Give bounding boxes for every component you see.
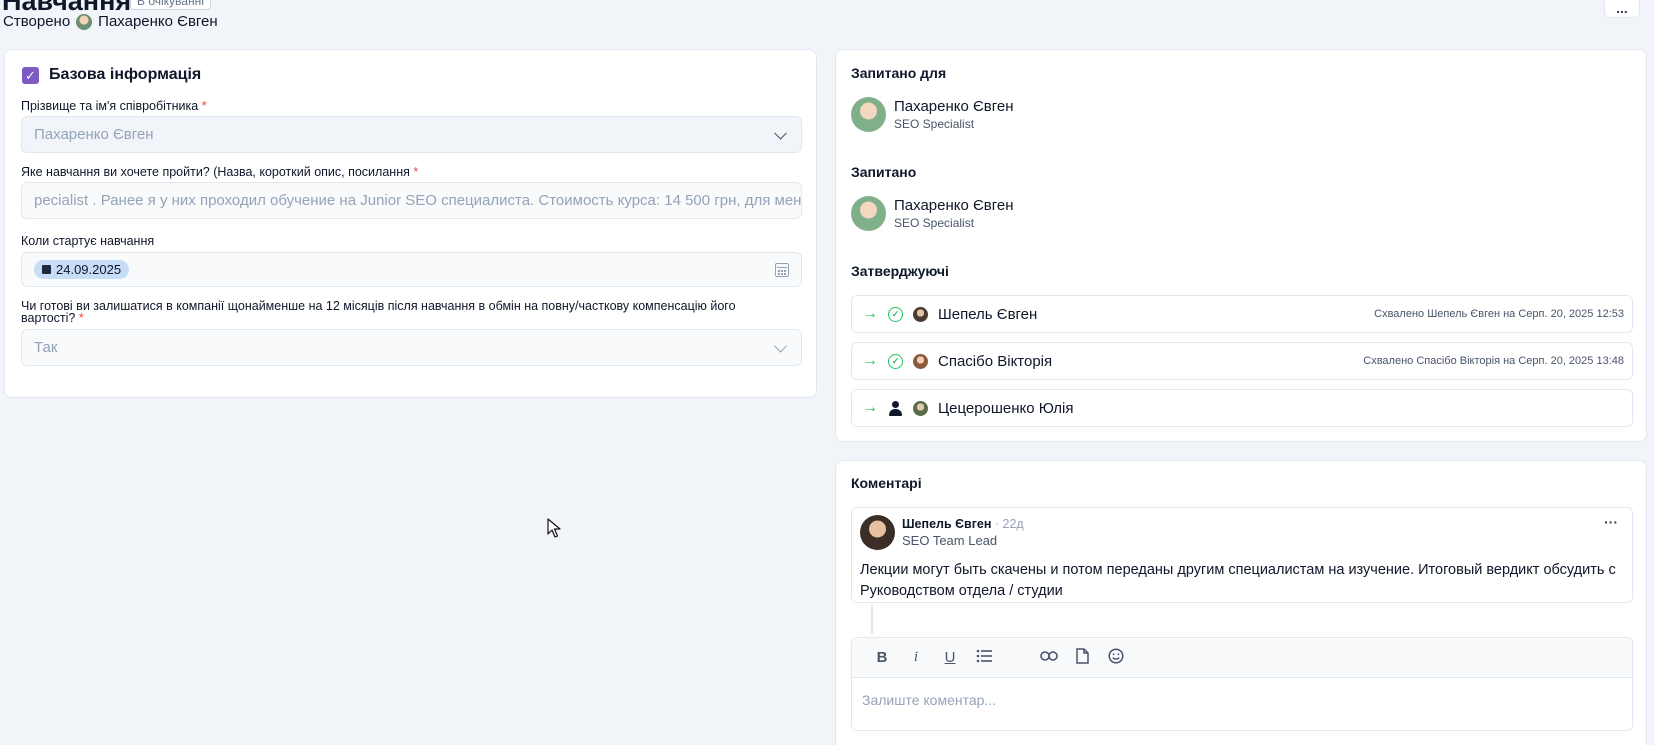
comment-editor: B i U Залиште коментар... xyxy=(851,637,1633,731)
stay-select[interactable]: Так xyxy=(21,329,802,366)
start-date-picker[interactable]: 24.09.2025 xyxy=(21,252,802,287)
approver-name: Шепель Євген xyxy=(938,305,1038,323)
requested-for-person[interactable]: Пахаренко Євген SEO Specialist xyxy=(851,97,1014,132)
comment-item: Шепель Євген · 22д SEO Team Lead ··· Лек… xyxy=(851,507,1633,603)
basic-info-title: Базова інформація xyxy=(49,66,202,83)
calendar-icon[interactable] xyxy=(775,262,789,277)
created-by-row: Створено Пахаренко Євген xyxy=(3,13,218,30)
avatar xyxy=(76,13,93,30)
person-role: SEO Specialist xyxy=(894,216,975,230)
italic-button[interactable]: i xyxy=(908,649,924,666)
employee-value: Пахаренко Євген xyxy=(34,126,154,143)
approver-name: Спасібо Вікторія xyxy=(938,352,1053,370)
avatar xyxy=(913,306,928,322)
request-info-card: Запитано для Пахаренко Євген SEO Special… xyxy=(835,49,1647,442)
requested-for-title: Запитано для xyxy=(851,65,947,81)
comment-more-button[interactable]: ··· xyxy=(1604,514,1618,530)
chevron-down-icon xyxy=(774,126,787,140)
basic-info-card: ✓ Базова інформація Прізвище та ім'я спі… xyxy=(4,49,817,398)
requested-by-person[interactable]: Пахаренко Євген SEO Specialist xyxy=(851,196,1014,231)
avatar xyxy=(851,97,886,132)
date-chip[interactable]: 24.09.2025 xyxy=(34,260,130,279)
approver-name: Цецерошенко Юлія xyxy=(938,399,1074,417)
file-icon[interactable] xyxy=(1074,647,1090,668)
editor-toolbar: B i U xyxy=(852,638,1632,678)
person-name: Пахаренко Євген xyxy=(894,98,1014,115)
emoji-icon[interactable] xyxy=(1108,647,1124,668)
underline-button[interactable]: U xyxy=(942,649,958,666)
approvers-title: Затверджуючі xyxy=(851,263,949,279)
avatar xyxy=(860,515,895,550)
calendar-small-icon xyxy=(42,265,51,274)
chevron-down-icon xyxy=(774,339,787,353)
start-date-label: Коли стартує навчання xyxy=(21,234,155,248)
created-label: Створено xyxy=(3,13,71,30)
created-by-name[interactable]: Пахаренко Євген xyxy=(98,13,218,30)
comment-input[interactable]: Залиште коментар... xyxy=(852,678,1632,722)
training-label: Яке навчання ви хочете пройти? (Назва, к… xyxy=(21,165,419,179)
status-badge: В очікуванні xyxy=(130,0,211,10)
list-icon[interactable] xyxy=(976,649,992,667)
approval-note: Схвалено Шепель Євген на Серп. 20, 2025 … xyxy=(1374,308,1624,320)
comment-text: Лекции могут быть скачены и потом переда… xyxy=(860,562,1616,599)
requested-by-title: Запитано xyxy=(851,164,917,180)
comments-title: Коментарі xyxy=(851,475,922,491)
employee-select[interactable]: Пахаренко Євген xyxy=(21,116,802,153)
training-value: pecialist . Ранее я у них проходил обуче… xyxy=(34,192,802,209)
training-input[interactable]: pecialist . Ранее я у них проходил обуче… xyxy=(21,182,802,219)
arrow-right-icon: → xyxy=(862,305,878,322)
avatar xyxy=(913,400,928,416)
stay-value: Так xyxy=(34,339,58,356)
approver-row[interactable]: → ✓ Спасібо Вікторія Схвалено Спасібо Ві… xyxy=(851,342,1633,380)
comment-time: · 22д xyxy=(994,517,1024,531)
mouse-cursor-icon xyxy=(547,518,561,538)
comment-author: Шепель Євген · 22д xyxy=(902,517,1024,531)
thread-line xyxy=(871,604,873,634)
approver-row[interactable]: → ✓ Шепель Євген Схвалено Шепель Євген н… xyxy=(851,295,1633,333)
comments-card: Коментарі Шепель Євген · 22д SEO Team Le… xyxy=(835,460,1647,745)
more-actions-button[interactable]: ... xyxy=(1604,0,1640,18)
employee-label: Прізвище та ім'я співробітника * xyxy=(21,99,207,113)
approver-row[interactable]: → Цецерошенко Юлія xyxy=(851,389,1633,427)
link-icon[interactable] xyxy=(1040,649,1058,666)
check-icon: ✓ xyxy=(22,66,39,84)
avatar xyxy=(913,353,928,369)
approval-note: Схвалено Спасібо Вікторія на Серп. 20, 2… xyxy=(1363,355,1624,367)
start-date-value: 24.09.2025 xyxy=(56,262,122,277)
bold-button[interactable]: B xyxy=(874,649,890,666)
avatar xyxy=(851,196,886,231)
arrow-right-icon: → xyxy=(862,399,878,416)
check-circle-icon: ✓ xyxy=(888,353,903,369)
arrow-right-icon: → xyxy=(862,352,878,369)
check-circle-icon: ✓ xyxy=(888,306,903,322)
person-role: SEO Specialist xyxy=(894,117,975,131)
basic-info-header: ✓ Базова інформація xyxy=(22,66,201,84)
user-icon xyxy=(888,400,903,416)
person-name: Пахаренко Євген xyxy=(894,197,1014,214)
stay-label: Чи готові ви залишатися в компанії щонай… xyxy=(21,299,736,325)
comment-role: SEO Team Lead xyxy=(902,533,998,548)
